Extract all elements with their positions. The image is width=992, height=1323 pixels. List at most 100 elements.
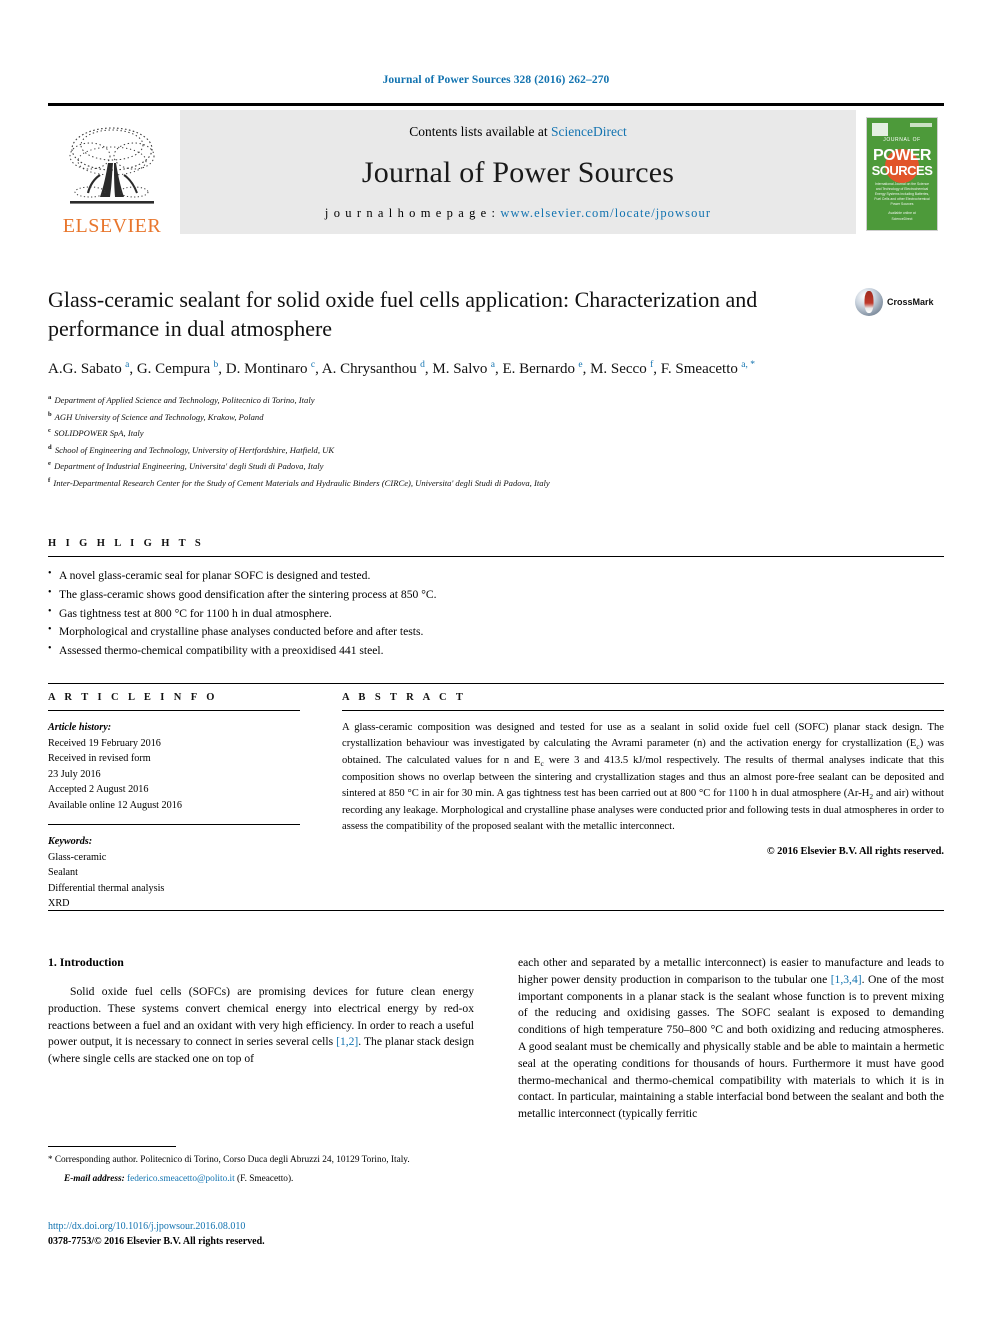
title-block: Glass-ceramic sealant for solid oxide fu…	[48, 285, 838, 491]
running-head: Journal of Power Sources 328 (2016) 262–…	[382, 74, 610, 86]
cover-elsevier-mark	[872, 123, 888, 136]
article-history-line: Received 19 February 2016	[48, 737, 161, 749]
author-name[interactable]: F. Smeacetto	[661, 361, 738, 377]
article-history-line: Available online 12 August 2016	[48, 799, 182, 811]
cover-top-rule	[910, 123, 932, 127]
article-info-rule	[48, 710, 300, 711]
footnote-rule	[48, 1146, 176, 1147]
keywords-label: Keywords:	[48, 836, 93, 847]
affiliation-marker: a	[48, 394, 52, 402]
doi-link[interactable]: http://dx.doi.org/10.1016/j.jpowsour.201…	[48, 1219, 474, 1234]
page-title: Glass-ceramic sealant for solid oxide fu…	[48, 287, 758, 342]
author-name[interactable]: M. Salvo	[432, 361, 487, 377]
elsevier-logo: ELSEVIER	[48, 110, 176, 238]
masthead-center: Contents lists available at ScienceDirec…	[180, 110, 856, 234]
keywords-lines: Glass-ceramic Sealant Differential thermal…	[48, 850, 300, 912]
homepage-link[interactable]: www.elsevier.com/locate/jpowsour	[500, 206, 711, 220]
highlight-item: Morphological and crystalline phase anal…	[48, 622, 944, 642]
affiliation-marker: d	[48, 443, 52, 451]
author-affiliation-marker: a	[488, 360, 495, 371]
doi-block: http://dx.doi.org/10.1016/j.jpowsour.201…	[48, 1219, 474, 1249]
journal-masthead: ELSEVIER Contents lists available at Sci…	[48, 103, 944, 236]
journal-homepage-line: j o u r n a l h o m e p a g e : www.else…	[325, 206, 711, 221]
cover-word-sources: SOURCES	[871, 163, 933, 178]
author-affiliation-marker: a	[122, 360, 130, 371]
section-heading-introduction: 1. Introduction	[48, 955, 124, 969]
abstract-heading: A B S T R A C T	[342, 692, 467, 703]
article-history-line: Received in revised form	[48, 753, 151, 764]
citation-ref-1-3-4[interactable]: [1,3,4]	[831, 973, 862, 986]
body-columns: 1. Introduction Solid oxide fuel cells (…	[48, 955, 944, 1123]
keyword-item: Sealant	[48, 867, 78, 878]
highlights-section: H I G H L I G H T S A novel glass-cerami…	[48, 538, 944, 684]
article-history-lines: Received 19 February 2016 Received in rev…	[48, 736, 300, 814]
email-line: E-mail address: federico.smeacetto@polit…	[48, 1174, 474, 1184]
intro-right-text-2: . One of the most important components i…	[518, 972, 944, 1121]
author-list: A.G. Sabato a, G. Cempura b, D. Montinar…	[48, 360, 755, 378]
citation-ref-1-2[interactable]: [1,2]	[336, 1035, 358, 1048]
sciencedirect-link[interactable]: ScienceDirect	[551, 124, 627, 139]
abstract-copyright: © 2016 Elsevier B.V. All rights reserved…	[766, 845, 944, 857]
author-name[interactable]: G. Cempura	[137, 361, 210, 377]
elsevier-tree-icon	[60, 123, 164, 215]
author-affiliation-marker: b	[211, 360, 219, 371]
affiliation-list: a Department of Applied Science and Tech…	[48, 392, 838, 491]
article-history-line: 23 July 2016	[48, 768, 101, 780]
author-name[interactable]: M. Secco	[590, 361, 647, 377]
article-info-heading: A R T I C L E I N F O	[48, 692, 218, 703]
homepage-label: j o u r n a l h o m e p a g e :	[324, 206, 501, 220]
info-section-bottom-rule	[48, 910, 944, 911]
author-affiliation-marker: d	[417, 360, 425, 371]
affiliation-marker: e	[48, 460, 51, 468]
author-name[interactable]: D. Montinaro	[226, 361, 308, 377]
abstract-text: A glass-ceramic composition was designed…	[342, 720, 944, 836]
affiliation-item: e Department of Industrial Engineering, …	[48, 460, 324, 472]
cover-blurb: International Journal on the Science and…	[874, 182, 930, 207]
body-left-column: 1. Introduction Solid oxide fuel cells (…	[48, 955, 474, 1123]
email-link[interactable]: federico.smeacetto@polito.it	[127, 1174, 235, 1184]
affiliation-item: c SOLIDPOWER SpA, Italy	[48, 427, 144, 439]
abstract-part-1: A glass-ceramic composition was designed…	[342, 722, 944, 750]
author-name[interactable]: E. Bernardo	[502, 361, 574, 377]
author-affiliation-marker: f	[647, 360, 654, 371]
crossmark-icon	[855, 288, 883, 316]
issn-copyright-line: 0378-7753/© 2016 Elsevier B.V. All right…	[48, 1236, 265, 1247]
corresponding-author-footnote: * Corresponding author. Politecnico di T…	[48, 1146, 474, 1184]
elsevier-wordmark: ELSEVIER	[62, 215, 162, 237]
affiliation-item: d School of Engineering and Technology, …	[48, 443, 335, 455]
affiliation-marker: b	[48, 410, 52, 418]
corresponding-author-affiliation: Corresponding author. Politecnico di Tor…	[52, 1155, 410, 1165]
article-info-column: A R T I C L E I N F O Article history: R…	[48, 692, 300, 912]
intro-paragraph-right: each other and separated by a metallic i…	[518, 955, 944, 1123]
crossmark-badge[interactable]: CrossMark	[855, 288, 947, 316]
journal-cover-thumbnail[interactable]: JOURNAL OF POWER SOURCES International J…	[860, 110, 944, 238]
highlights-list: A novel glass-ceramic seal for planar SO…	[48, 566, 944, 661]
article-history-label: Article history:	[48, 722, 112, 733]
affiliation-marker: f	[48, 476, 51, 484]
affiliation-marker: c	[48, 427, 51, 435]
contents-prefix: Contents lists available at	[409, 124, 551, 139]
keywords-rule	[48, 824, 300, 825]
abstract-rule	[342, 710, 944, 711]
author-name[interactable]: A.G. Sabato	[48, 361, 122, 377]
article-history-line: Accepted 2 August 2016	[48, 784, 149, 795]
intro-paragraph-left: Solid oxide fuel cells (SOFCs) are promi…	[48, 984, 474, 1068]
highlights-heading: H I G H L I G H T S	[48, 538, 205, 549]
author-affiliation-marker: c	[308, 360, 316, 371]
highlight-item: The glass-ceramic shows good densificati…	[48, 585, 944, 605]
contents-line: Contents lists available at ScienceDirec…	[409, 124, 626, 140]
affiliation-item: f Inter-Departmental Research Center for…	[48, 476, 550, 488]
highlight-item: A novel glass-ceramic seal for planar SO…	[48, 566, 944, 586]
cover-footer: Available online at ScienceDirect	[888, 211, 916, 221]
email-suffix: (F. Smeacetto).	[234, 1173, 294, 1184]
keywords-block: Keywords: Glass-ceramic Sealant Differenti…	[48, 834, 300, 912]
affiliation-item: b AGH University of Science and Technolo…	[48, 410, 264, 422]
affiliation-item: a Department of Applied Science and Tech…	[48, 394, 315, 406]
highlight-item: Assessed thermo-chemical compatibility w…	[48, 641, 944, 661]
paper-page: Journal of Power Sources 328 (2016) 262–…	[0, 0, 992, 1323]
highlight-item: Gas tightness test at 800 °C for 1100 h …	[48, 604, 944, 624]
highlights-bottom-rule	[48, 682, 944, 684]
journal-title: Journal of Power Sources	[361, 156, 675, 189]
author-name[interactable]: A. Chrysanthou	[322, 361, 417, 377]
author-affiliation-marker: e	[575, 360, 583, 371]
